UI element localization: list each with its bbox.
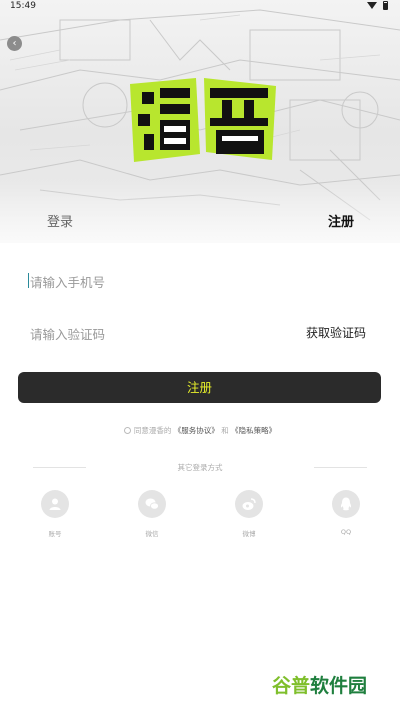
divider-right xyxy=(314,467,367,468)
agreement-prefix: 同意漫香的 xyxy=(133,426,172,435)
qq-icon xyxy=(332,490,360,518)
wifi-icon xyxy=(367,2,377,9)
status-bar: 15:49 xyxy=(0,0,400,14)
battery-icon xyxy=(383,1,388,10)
login-qq-button[interactable]: QQ xyxy=(331,490,361,536)
app-logo xyxy=(130,78,276,162)
register-button[interactable]: 注册 xyxy=(18,372,381,403)
phone-placeholder: 请输入手机号 xyxy=(30,275,106,290)
site-watermark: 谷普 软件园 xyxy=(272,671,367,698)
chevron-left-icon: ‹ xyxy=(12,38,17,49)
login-weibo-button[interactable]: 微博 xyxy=(234,490,264,538)
phone-input[interactable]: 请输入手机号 xyxy=(28,272,370,290)
status-icons xyxy=(367,1,388,10)
login-account-button[interactable]: 账号 xyxy=(40,490,70,538)
agreement-row: 同意漫香的 《服务协议》 和 《隐私策略》 xyxy=(0,425,400,436)
wechat-icon xyxy=(138,490,166,518)
privacy-policy-link[interactable]: 《隐私策略》 xyxy=(231,426,276,435)
header-artwork xyxy=(0,0,400,243)
social-label: 微博 xyxy=(242,530,256,538)
get-code-button[interactable]: 获取验证码 xyxy=(306,324,366,341)
back-button[interactable]: ‹ xyxy=(7,36,22,51)
watermark-suffix: 软件园 xyxy=(310,675,368,697)
service-agreement-link[interactable]: 《服务协议》 xyxy=(174,426,219,435)
social-label: QQ xyxy=(340,528,352,536)
weibo-icon xyxy=(235,490,263,518)
status-time: 15:49 xyxy=(10,1,36,11)
social-label: 微信 xyxy=(145,530,159,538)
agreement-and: 和 xyxy=(221,426,229,435)
user-icon xyxy=(41,490,69,518)
verification-code-input[interactable]: 请输入验证码 xyxy=(30,324,105,343)
code-placeholder: 请输入验证码 xyxy=(30,327,106,342)
tab-register[interactable]: 注册 xyxy=(328,211,354,230)
text-cursor xyxy=(28,273,29,288)
other-login-divider: 其它登录方式 xyxy=(0,462,400,474)
social-label: 账号 xyxy=(48,530,62,538)
login-wechat-button[interactable]: 微信 xyxy=(137,490,167,538)
tab-login[interactable]: 登录 xyxy=(47,211,73,230)
watermark-brand: 谷普 xyxy=(272,675,311,697)
agreement-radio[interactable] xyxy=(123,427,131,434)
